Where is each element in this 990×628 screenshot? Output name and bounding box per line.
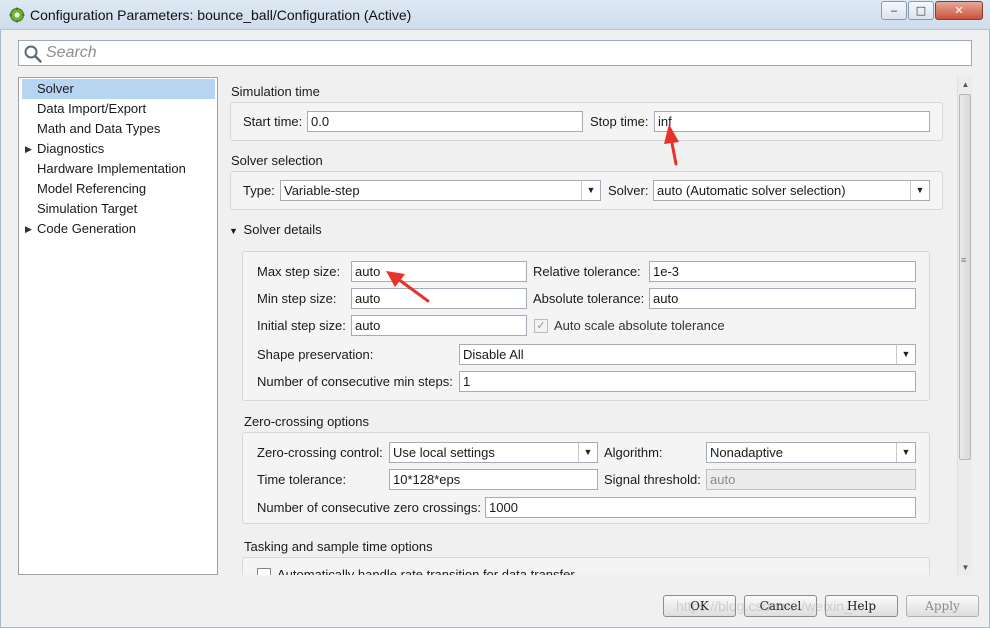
relative-tolerance-field[interactable]: 1e-3 <box>649 261 916 282</box>
time-tolerance-label: Time tolerance: <box>257 472 347 487</box>
consecutive-zero-crossings-field[interactable]: 1000 <box>485 497 916 518</box>
solver-value: auto (Automatic solver selection) <box>657 183 846 198</box>
chevron-down-icon[interactable]: ▼ <box>896 443 915 462</box>
auto-rate-transition-label: Automatically handle rate transition for… <box>277 567 575 575</box>
scroll-thumb[interactable] <box>959 94 971 460</box>
solver-type-value: Variable-step <box>284 183 360 198</box>
max-step-label: Max step size: <box>257 264 341 279</box>
expand-arrow-icon[interactable]: ▶ <box>25 139 32 159</box>
help-button[interactable]: Help <box>825 595 898 617</box>
sidebar-item-label: Math and Data Types <box>37 121 161 136</box>
chevron-down-icon[interactable]: ▼ <box>896 345 915 364</box>
window-title: Configuration Parameters: bounce_ball/Co… <box>30 7 412 23</box>
section-title-solver-details: Solver details <box>243 222 322 237</box>
start-time-field[interactable]: 0.0 <box>307 111 583 132</box>
chevron-down-icon[interactable]: ▼ <box>578 443 597 462</box>
min-step-label: Min step size: <box>257 291 337 306</box>
algorithm-value: Nonadaptive <box>710 445 783 460</box>
zero-crossing-control-label: Zero-crossing control: <box>257 445 383 460</box>
title-bar[interactable]: Configuration Parameters: bounce_ball/Co… <box>0 0 990 30</box>
consecutive-min-steps-label: Number of consecutive min steps: <box>257 374 453 389</box>
ok-button[interactable]: OK <box>663 595 736 617</box>
vertical-scrollbar[interactable]: ▲ ≡ ▼ <box>957 77 972 575</box>
absolute-tolerance-field[interactable]: auto <box>649 288 916 309</box>
solver-details-toggle[interactable]: ▼ Solver details <box>229 222 322 237</box>
time-tolerance-field[interactable]: 10*128*eps <box>389 469 598 490</box>
consecutive-zero-crossings-label: Number of consecutive zero crossings: <box>257 500 481 515</box>
max-step-field[interactable]: auto <box>351 261 527 282</box>
close-button[interactable]: ✕ <box>935 1 983 20</box>
search-icon <box>24 45 42 63</box>
chevron-down-icon[interactable]: ▼ <box>581 181 600 200</box>
initial-step-field[interactable]: auto <box>351 315 527 336</box>
app-gear-icon <box>9 7 25 23</box>
solver-settings-panel: Simulation time Start time: 0.0 Stop tim… <box>224 77 972 575</box>
section-title-tasking: Tasking and sample time options <box>244 539 433 554</box>
grip-icon: ≡ <box>961 255 967 265</box>
algorithm-dropdown[interactable]: Nonadaptive ▼ <box>706 442 916 463</box>
absolute-tolerance-label: Absolute tolerance: <box>533 291 645 306</box>
initial-step-label: Initial step size: <box>257 318 346 333</box>
minimize-button[interactable]: ‒ <box>881 1 907 20</box>
chevron-down-icon[interactable]: ▼ <box>910 181 929 200</box>
sidebar-item-solver[interactable]: Solver <box>22 79 215 99</box>
relative-tolerance-label: Relative tolerance: <box>533 264 641 279</box>
signal-threshold-label: Signal threshold: <box>604 472 701 487</box>
shape-preservation-dropdown[interactable]: Disable All ▼ <box>459 344 916 365</box>
algorithm-label: Algorithm: <box>604 445 663 460</box>
solver-label: Solver: <box>608 183 649 198</box>
section-title-zero-crossing: Zero-crossing options <box>244 414 369 429</box>
apply-button[interactable]: Apply <box>906 595 979 617</box>
expand-arrow-icon[interactable]: ▶ <box>25 219 32 239</box>
zero-crossing-control-dropdown[interactable]: Use local settings ▼ <box>389 442 598 463</box>
stop-time-field[interactable]: inf <box>654 111 930 132</box>
collapse-arrow-icon: ▼ <box>229 226 238 236</box>
auto-scale-checkbox[interactable]: ✓ <box>534 319 548 333</box>
shape-preservation-value: Disable All <box>463 347 524 362</box>
sidebar-item-label: Hardware Implementation <box>37 161 186 176</box>
sidebar-item-label: Simulation Target <box>37 201 138 216</box>
sidebar-item-label: Data Import/Export <box>37 101 147 116</box>
sidebar-item-label: Diagnostics <box>37 141 105 156</box>
type-label: Type: <box>243 183 275 198</box>
maximize-button[interactable]: □ <box>908 1 934 20</box>
section-title-simulation-time: Simulation time <box>231 84 320 99</box>
category-tree[interactable]: Solver Data Import/Export Math and Data … <box>18 77 218 575</box>
sidebar-item-label: Solver <box>37 81 74 96</box>
sidebar-item-label: Model Referencing <box>37 181 147 196</box>
zero-crossing-control-value: Use local settings <box>393 445 495 460</box>
start-time-label: Start time: <box>243 114 303 129</box>
scroll-down-icon[interactable]: ▼ <box>958 560 973 575</box>
stop-time-label: Stop time: <box>590 114 649 129</box>
shape-preservation-label: Shape preservation: <box>257 347 374 362</box>
search-placeholder: Search <box>46 44 97 61</box>
cancel-button[interactable]: Cancel <box>744 595 817 617</box>
sidebar-item-label: Code Generation <box>37 221 137 236</box>
consecutive-min-steps-field[interactable]: 1 <box>459 371 916 392</box>
auto-scale-label: Auto scale absolute tolerance <box>554 318 725 333</box>
signal-threshold-field: auto <box>706 469 916 490</box>
section-title-solver-selection: Solver selection <box>231 153 323 168</box>
solver-dropdown[interactable]: auto (Automatic solver selection) ▼ <box>653 180 930 201</box>
search-input[interactable]: Search <box>18 40 972 66</box>
min-step-field[interactable]: auto <box>351 288 527 309</box>
auto-rate-transition-checkbox[interactable] <box>257 568 271 575</box>
solver-type-dropdown[interactable]: Variable-step ▼ <box>280 180 601 201</box>
scroll-up-icon[interactable]: ▲ <box>958 77 973 92</box>
